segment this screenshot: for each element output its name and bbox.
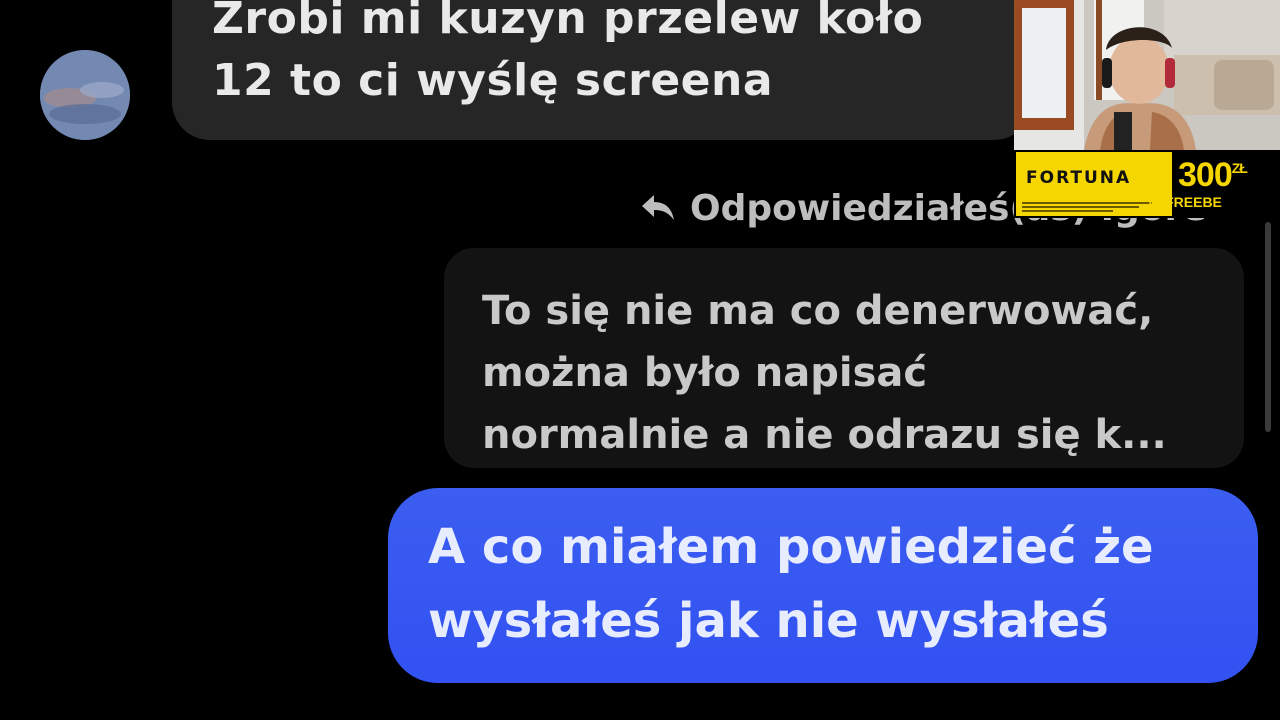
contact-avatar[interactable] — [40, 50, 130, 140]
reply-arrow-icon — [640, 193, 676, 223]
outgoing-message-text: A co miałem powiedzieć że wysłałeś jak n… — [428, 519, 1154, 649]
webcam-image — [1014, 0, 1280, 150]
sponsor-fineprint — [1022, 202, 1152, 214]
quoted-message-text: To się nie ma co denerwować, można było … — [482, 288, 1167, 458]
sponsor-banner[interactable]: FORTUNA 300ZŁ W FREEBE — [1014, 150, 1280, 218]
incoming-message-bubble[interactable]: Zrobi mi kuzyn przelew koło 12 to ci wyś… — [172, 0, 1032, 140]
sponsor-subtitle: W FREEBE — [1148, 194, 1222, 210]
scrollbar[interactable] — [1265, 222, 1271, 432]
outgoing-message-bubble[interactable]: A co miałem powiedzieć że wysłałeś jak n… — [388, 488, 1258, 683]
avatar-image — [40, 50, 130, 140]
sponsor-brand: FORTUNA — [1026, 168, 1132, 188]
incoming-message-text: Zrobi mi kuzyn przelew koło 12 to ci wyś… — [212, 0, 924, 106]
sponsor-amount: 300ZŁ — [1178, 156, 1248, 195]
sponsor-amount-value: 300 — [1178, 156, 1233, 194]
chat-screen: Zrobi mi kuzyn przelew koło 12 to ci wyś… — [0, 0, 1280, 720]
sponsor-amount-unit: ZŁ — [1231, 160, 1248, 176]
webcam-overlay — [1014, 0, 1280, 150]
quoted-message-bubble[interactable]: To się nie ma co denerwować, można było … — [444, 248, 1244, 468]
